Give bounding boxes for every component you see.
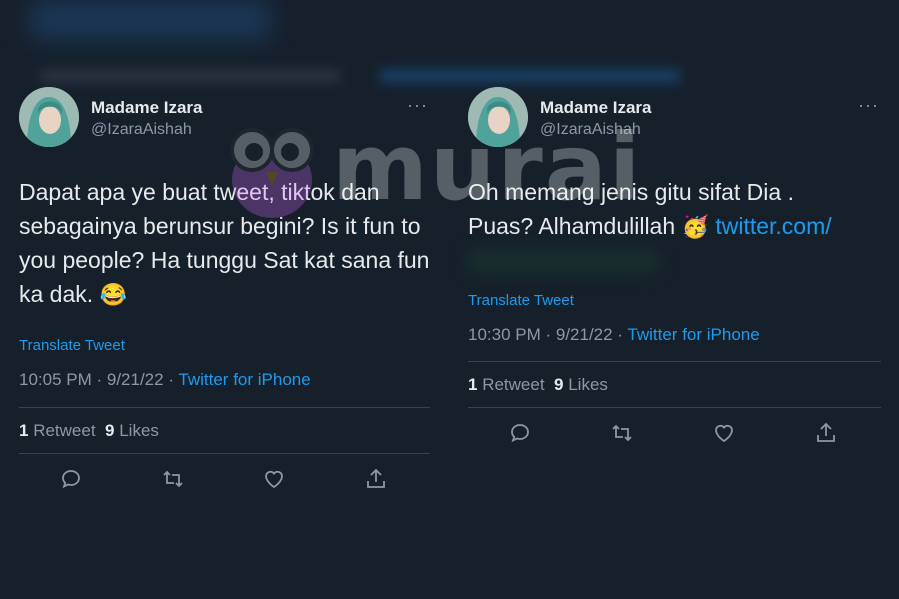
username[interactable]: @IzaraAishah (540, 121, 641, 139)
likes-count[interactable]: 9 Likes (105, 421, 159, 440)
retweet-icon[interactable] (610, 421, 634, 445)
tweet-stats: 1 Retweet 9 Likes (468, 362, 881, 407)
tweet-stats: 1 Retweet 9 Likes (19, 408, 430, 453)
reply-icon[interactable] (508, 421, 532, 445)
action-bar (19, 454, 430, 506)
translate-tweet-link[interactable]: Translate Tweet (19, 337, 430, 354)
tweet-text: Oh memang jenis gitu sifat Dia . Puas? A… (468, 175, 881, 272)
translate-tweet-link[interactable]: Translate Tweet (468, 292, 881, 309)
reply-icon[interactable] (59, 467, 83, 491)
tweet-metadata: 10:30 PM · 9/21/22 · Twitter for iPhone (468, 325, 881, 345)
tweet-body: Puas? Alhamdulillah (468, 213, 676, 239)
blurred-line (40, 70, 340, 82)
blurred-header (30, 0, 270, 40)
timestamp[interactable]: 10:05 PM · 9/21/22 · (19, 370, 178, 389)
tweet-body-line: Oh memang jenis gitu sifat Dia . (468, 179, 794, 205)
display-name[interactable]: Madame Izara (91, 98, 203, 118)
avatar[interactable] (19, 87, 79, 147)
more-icon[interactable]: ··· (858, 95, 879, 116)
tweet-card: Madame Izara @IzaraAishah ··· Oh memang … (468, 87, 881, 460)
tweet-header: Madame Izara @IzaraAishah ··· (468, 87, 881, 149)
tweet-body-line: Puas? Alhamdulillah 🥳 twitter.com/ (468, 209, 881, 244)
share-icon[interactable] (814, 421, 838, 445)
more-icon[interactable]: ··· (407, 95, 428, 116)
likes-count[interactable]: 9 Likes (554, 375, 608, 394)
tweet-body: Dapat apa ye buat tweet, tiktok dan seba… (19, 179, 430, 307)
retweet-icon[interactable] (161, 467, 185, 491)
action-bar (468, 408, 881, 460)
tweet-card: Madame Izara @IzaraAishah ··· Dapat apa … (19, 87, 430, 506)
username[interactable]: @IzaraAishah (91, 121, 192, 139)
retweet-count[interactable]: 1 Retweet (468, 375, 545, 394)
share-icon[interactable] (364, 467, 388, 491)
tweet-header: Madame Izara @IzaraAishah ··· (19, 87, 430, 149)
tweet-metadata: 10:05 PM · 9/21/22 · Twitter for iPhone (19, 370, 430, 390)
blurred-link-line (380, 70, 680, 82)
partying-face-emoji: 🥳 (681, 214, 709, 239)
tweet-text: Dapat apa ye buat tweet, tiktok dan seba… (19, 175, 430, 312)
retweet-count[interactable]: 1 Retweet (19, 421, 96, 440)
tears-of-joy-emoji: 😂 (99, 282, 127, 307)
display-name[interactable]: Madame Izara (540, 98, 652, 118)
like-icon[interactable] (262, 467, 286, 491)
avatar[interactable] (468, 87, 528, 147)
blurred-link-preview (468, 250, 658, 272)
source-link[interactable]: Twitter for iPhone (178, 370, 310, 389)
source-link[interactable]: Twitter for iPhone (627, 325, 759, 344)
timestamp[interactable]: 10:30 PM · 9/21/22 · (468, 325, 627, 344)
like-icon[interactable] (712, 421, 736, 445)
tweet-link[interactable]: twitter.com/ (715, 213, 831, 239)
